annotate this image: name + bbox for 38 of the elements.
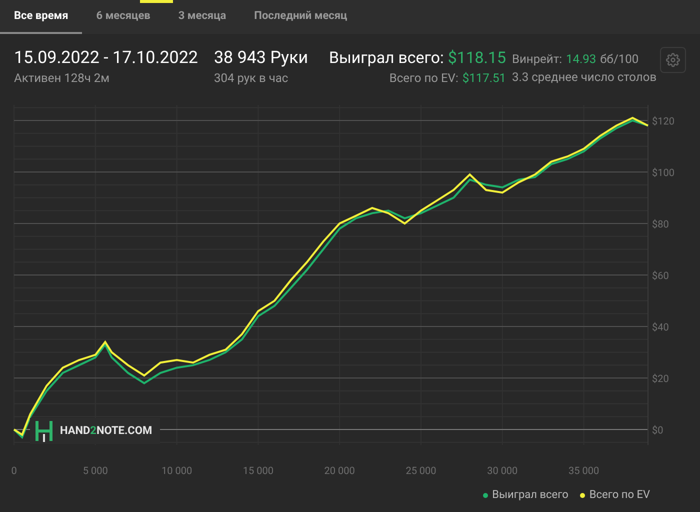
settings-icon xyxy=(666,53,680,67)
x-tick-label: 20 000 xyxy=(324,466,355,477)
y-tick-label: $120 xyxy=(652,116,674,128)
won-label: Выиграл всего: xyxy=(329,47,444,69)
ev-value: $117.51 xyxy=(462,70,506,87)
date-range: 15.09.2022 - 17.10.2022 xyxy=(14,47,199,69)
y-tick-label: $20 xyxy=(652,374,669,386)
y-tick-label: $40 xyxy=(652,322,669,334)
period-tab[interactable]: Все время xyxy=(0,0,82,34)
won-value: $118.15 xyxy=(448,47,506,69)
hands-per-hour: 304 рук в час xyxy=(214,70,290,87)
active-time: Активен 128ч 2м xyxy=(14,70,111,87)
x-tick-label: 0 xyxy=(11,466,17,477)
y-tick-label: $80 xyxy=(652,219,669,230)
y-tick-label: $0 xyxy=(652,426,664,437)
x-tick-label: 30 000 xyxy=(487,466,518,477)
logo-icon xyxy=(34,420,54,442)
legend-label: Выиграл всего xyxy=(492,487,568,503)
y-tick-label: $60 xyxy=(652,271,669,282)
x-tick-label: 35 000 xyxy=(568,466,600,477)
legend-label: Всего по EV xyxy=(589,487,650,503)
x-tick-label: 15 000 xyxy=(242,466,274,477)
x-tick-label: 25 000 xyxy=(406,466,436,477)
hands-count: 38 943 Руки xyxy=(214,47,310,69)
period-tab[interactable]: 3 месяца xyxy=(164,0,240,34)
period-tab[interactable]: 6 месяцев xyxy=(82,0,164,34)
x-tick-label: 5 000 xyxy=(82,466,108,477)
winrate-value: 14.93 xyxy=(566,51,596,68)
y-tick-label: $100 xyxy=(652,168,674,179)
winrate-label: Винрейт: xyxy=(512,51,562,68)
logo-text: HAND2NOTE.COM xyxy=(60,422,152,439)
settings-button[interactable] xyxy=(660,47,686,73)
period-tab[interactable]: Последний месяц xyxy=(240,0,362,34)
marker-bar xyxy=(140,0,173,3)
winrate-unit: бб/100 xyxy=(600,51,639,68)
average-tables: 3.3 среднее число столов xyxy=(512,68,657,86)
x-tick-label: 10 000 xyxy=(162,466,192,477)
ev-label: Всего по EV: xyxy=(389,70,458,87)
